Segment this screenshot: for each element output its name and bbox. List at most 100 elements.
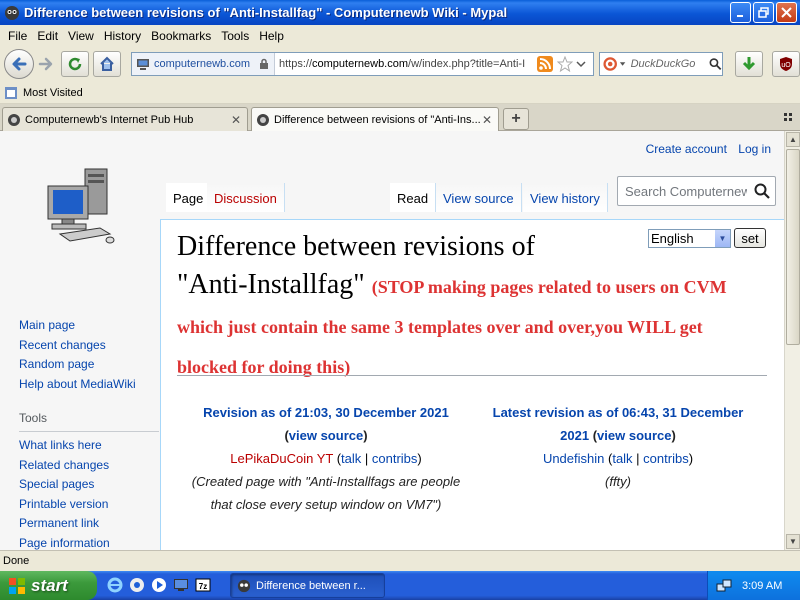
new-contribs-link[interactable]: contribs	[643, 451, 689, 466]
language-select[interactable]: English ▼	[648, 228, 731, 248]
taskbar-item-mypal[interactable]: Difference between r...	[230, 573, 385, 598]
sidebar-item-random-page[interactable]: Random page	[19, 357, 159, 377]
sidebar-item-page-information[interactable]: Page information	[19, 536, 159, 551]
close-button[interactable]	[776, 2, 797, 23]
download-arrow-icon	[742, 57, 756, 71]
back-button[interactable]	[4, 49, 34, 79]
engine-dropdown-icon[interactable]	[619, 60, 626, 68]
new-tab-button[interactable]: +	[503, 108, 529, 130]
menu-tools[interactable]: Tools	[216, 29, 254, 43]
search-bar[interactable]: DuckDuckGo	[599, 52, 723, 76]
old-talk-link[interactable]: talk	[341, 451, 361, 466]
tab-page[interactable]: Page	[166, 183, 212, 212]
sidebar-item-what-links-here[interactable]: What links here	[19, 438, 159, 458]
sidebar-item-related-changes[interactable]: Related changes	[19, 458, 159, 478]
status-bar: Done	[0, 550, 800, 571]
wiki-logo-computer-icon[interactable]	[40, 166, 120, 251]
create-account-link[interactable]: Create account	[646, 142, 727, 156]
forward-button[interactable]	[35, 51, 57, 77]
tab-pub-hub[interactable]: Computernewb's Internet Pub Hub ✕	[2, 107, 248, 131]
sidebar-item-main-page[interactable]: Main page	[19, 318, 159, 338]
tab-read[interactable]: Read	[390, 183, 437, 212]
log-in-link[interactable]: Log in	[738, 142, 771, 156]
system-tray: 3:09 AM	[707, 571, 800, 600]
ublock-button[interactable]: uO	[772, 51, 800, 77]
personal-tools: Create account Log in	[638, 142, 771, 156]
new-revision-header: Latest revision as of 06:43, 31 December…	[492, 405, 744, 443]
identity-domain: computernewb.com	[154, 58, 250, 70]
most-visited-link[interactable]: Most Visited	[23, 87, 83, 99]
most-visited-icon	[5, 86, 17, 99]
menu-view[interactable]: View	[63, 29, 99, 43]
menu-bookmarks[interactable]: Bookmarks	[146, 29, 216, 43]
mypal-icon	[5, 5, 19, 20]
clock[interactable]: 3:09 AM	[742, 580, 782, 592]
dropdown-arrow-icon[interactable]	[576, 59, 586, 69]
lock-icon	[260, 58, 268, 69]
scroll-down-icon[interactable]: ▼	[786, 534, 800, 549]
menu-file[interactable]: File	[3, 29, 32, 43]
bookmark-star-icon[interactable]	[557, 56, 573, 72]
page-title: Difference between revisions of "Anti-In…	[177, 231, 727, 377]
downloads-button[interactable]	[735, 51, 763, 77]
home-button[interactable]	[93, 51, 121, 77]
search-placeholder: DuckDuckGo	[630, 58, 696, 70]
mypal-quick-icon[interactable]	[128, 576, 146, 594]
old-contribs-link[interactable]: contribs	[372, 451, 418, 466]
start-button[interactable]: start	[0, 571, 97, 600]
duckduckgo-icon[interactable]	[603, 56, 617, 72]
sidebar-item-help[interactable]: Help about MediaWiki	[19, 377, 159, 397]
menu-bar: File Edit View History Bookmarks Tools H…	[0, 25, 800, 46]
new-talk-link[interactable]: talk	[612, 451, 632, 466]
sidebar-item-printable-version[interactable]: Printable version	[19, 497, 159, 517]
desktop-icon[interactable]	[172, 576, 190, 594]
ublock-shield-icon: uO	[780, 57, 792, 71]
old-user-link[interactable]: LePikaDuCoin YT	[230, 451, 333, 466]
tab-view-source[interactable]: View source	[436, 183, 522, 212]
tools-separator	[19, 431, 159, 432]
tab-close-icon[interactable]: ✕	[482, 113, 492, 127]
wiki-search-placeholder: Search Computernewb	[625, 183, 747, 199]
network-tray-icon[interactable]	[716, 578, 732, 594]
scroll-up-icon[interactable]: ▲	[786, 132, 800, 147]
new-user-link[interactable]: Undefishin	[543, 451, 604, 466]
menu-help[interactable]: Help	[254, 29, 289, 43]
quick-launch: 7z	[106, 576, 212, 594]
taskbar-item-label: Difference between r...	[256, 579, 366, 592]
restore-button[interactable]	[753, 2, 774, 23]
tab-diff-page[interactable]: Difference between revisions of "Anti-In…	[251, 107, 499, 131]
tab-discussion[interactable]: Discussion	[207, 183, 285, 212]
internet-explorer-icon[interactable]	[106, 576, 124, 594]
tools-heading: Tools	[19, 411, 48, 425]
7zip-icon[interactable]: 7z	[194, 576, 212, 594]
media-player-icon[interactable]	[150, 576, 168, 594]
set-language-button[interactable]: set	[734, 228, 766, 248]
sidebar-item-permanent-link[interactable]: Permanent link	[19, 516, 159, 536]
tab-list-icon[interactable]	[784, 113, 794, 123]
new-view-source-link[interactable]: view source	[597, 428, 671, 443]
sidebar-item-special-pages[interactable]: Special pages	[19, 477, 159, 497]
search-icon[interactable]	[754, 183, 770, 199]
search-icon[interactable]	[709, 57, 722, 71]
wiki-search-input[interactable]: Search Computernewb	[617, 176, 776, 206]
reload-button[interactable]	[61, 51, 89, 77]
site-identity[interactable]: computernewb.com	[132, 53, 275, 75]
status-text: Done	[3, 555, 30, 567]
home-icon	[100, 56, 114, 71]
menu-history[interactable]: History	[99, 29, 146, 43]
scroll-thumb[interactable]	[786, 149, 800, 345]
sidebar-navigation: Main page Recent changes Random page Hel…	[19, 318, 159, 550]
old-revision-link[interactable]: Revision as of 21:03, 30 December 2021	[203, 405, 449, 420]
minimize-button[interactable]	[730, 2, 751, 23]
menu-edit[interactable]: Edit	[32, 29, 63, 43]
tab-view-history[interactable]: View history	[523, 183, 608, 212]
windows-logo-icon	[9, 577, 25, 594]
rss-icon[interactable]	[537, 56, 553, 72]
url-bar[interactable]: computernewb.com https://computernewb.co…	[131, 52, 594, 76]
old-view-source-link[interactable]: view source	[289, 428, 363, 443]
tab-close-icon[interactable]: ✕	[231, 113, 241, 127]
tab-favicon-icon	[8, 113, 20, 126]
language-selector: English ▼ set	[648, 228, 766, 248]
sidebar-item-recent-changes[interactable]: Recent changes	[19, 338, 159, 358]
vertical-scrollbar[interactable]: ▲ ▼	[784, 131, 800, 550]
